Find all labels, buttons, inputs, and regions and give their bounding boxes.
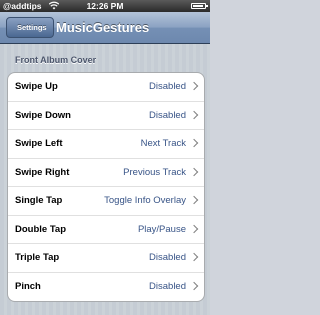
chevron-right-icon [189, 195, 199, 205]
row-value: Disabled [149, 280, 186, 292]
row-label: Swipe Left [15, 138, 63, 149]
row-label: Pinch [15, 280, 41, 292]
chevron-right-icon [189, 224, 199, 233]
clock: 12:26 PM [86, 1, 124, 11]
chevron-right-icon [189, 167, 199, 176]
navigation-bar: Settings MusicGestures [0, 12, 210, 44]
row-value: Next Track [140, 138, 186, 149]
row-triple-tap[interactable]: Triple Tap Disabled [8, 244, 204, 273]
settings-content[interactable]: Front Album Cover Swipe Up Disabled Swip… [0, 44, 210, 315]
chevron-right-icon [189, 110, 199, 119]
chevron-right-icon [189, 281, 199, 290]
chevron-right-icon [189, 138, 199, 148]
section-header: Front Album Cover [15, 55, 97, 65]
settings-group: Swipe Up Disabled Swipe Down Disabled Sw… [7, 72, 205, 302]
row-value: Disabled [149, 252, 186, 263]
row-label: Double Tap [15, 223, 67, 235]
row-double-tap[interactable]: Double Tap Play/Pause [8, 216, 204, 244]
row-value: Disabled [149, 109, 186, 121]
row-label: Swipe Right [15, 166, 70, 178]
battery-icon [191, 3, 208, 9]
row-swipe-right[interactable]: Swipe Right Previous Track [8, 159, 204, 187]
row-swipe-left[interactable]: Swipe Left Next Track [8, 130, 204, 159]
back-button-label: Settings [17, 23, 47, 32]
chevron-right-icon [189, 81, 199, 91]
row-label: Triple Tap [15, 252, 60, 263]
row-pinch[interactable]: Pinch Disabled [8, 273, 204, 302]
row-label: Swipe Up [15, 81, 58, 92]
back-button[interactable]: Settings [6, 17, 54, 38]
row-swipe-down[interactable]: Swipe Down Disabled [8, 102, 204, 130]
status-bar: @addtips 12:26 PM [0, 0, 210, 12]
row-label: Swipe Down [15, 109, 71, 121]
row-label: Single Tap [15, 195, 63, 206]
row-single-tap[interactable]: Single Tap Toggle Info Overlay [8, 187, 204, 216]
row-value: Play/Pause [137, 223, 186, 235]
chevron-right-icon [189, 252, 199, 262]
row-value: Previous Track [123, 166, 186, 178]
row-value: Toggle Info Overlay [104, 195, 186, 206]
row-swipe-up[interactable]: Swipe Up Disabled [8, 73, 204, 102]
page-title: MusicGestures [56, 20, 150, 35]
row-value: Disabled [149, 81, 186, 92]
